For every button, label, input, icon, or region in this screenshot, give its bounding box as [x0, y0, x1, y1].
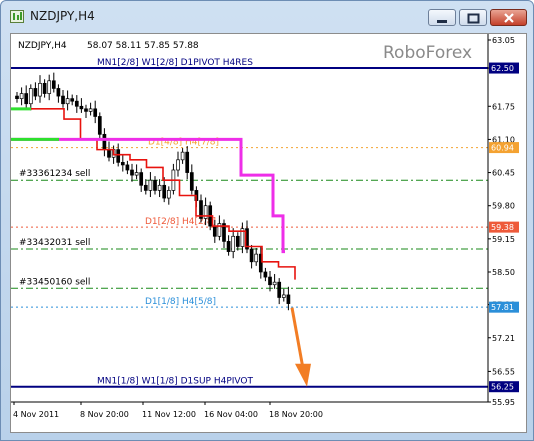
x-tick-label: 11 Nov 12:00	[142, 410, 196, 419]
candle-body	[116, 149, 121, 163]
level-label: D1[1/8] H4[5/8]	[145, 297, 216, 307]
candle-body	[125, 164, 130, 171]
candle-body	[254, 253, 259, 263]
candle-body	[189, 172, 194, 191]
candle-body	[28, 88, 33, 105]
candle-body	[157, 184, 162, 191]
x-tick-label: 4 Nov 2011	[13, 410, 59, 419]
candle-body	[277, 281, 282, 298]
y-tick-label: 58.50	[492, 268, 515, 277]
price-tag-label: 62.50	[491, 64, 514, 73]
price-tag-label: 56.25	[491, 383, 514, 392]
candle-body	[120, 162, 125, 166]
order-label: #33361234 sell	[19, 169, 90, 179]
candle-body	[97, 116, 102, 135]
title-bar[interactable]: NZDJPY,H4	[1, 1, 533, 31]
candle-body	[107, 149, 111, 158]
y-tick-label: 56.55	[492, 367, 515, 376]
y-tick-label: 55.95	[492, 398, 515, 407]
candle-body	[47, 80, 52, 94]
candle-body	[153, 179, 157, 191]
candle-body	[79, 105, 84, 110]
candle-body	[249, 248, 254, 263]
order-label: #33450160 sell	[19, 277, 90, 287]
price-tag-label: 59.38	[491, 223, 514, 232]
candle-body	[185, 151, 190, 173]
y-tick-label: 61.75	[492, 102, 515, 111]
candle-body	[148, 179, 153, 191]
y-tick-label: 63.05	[492, 36, 515, 45]
candle-body	[162, 184, 167, 199]
candle-body	[272, 281, 277, 286]
y-tick-label: 59.80	[492, 202, 515, 211]
candle-body	[235, 235, 240, 247]
candle-body	[286, 294, 291, 304]
close-button[interactable]	[490, 9, 527, 26]
candle-body	[231, 235, 236, 252]
x-tick-label: 18 Nov 20:00	[269, 410, 323, 419]
candle-body	[134, 172, 139, 176]
ohlc-readout: 58.07 58.11 57.85 57.88	[87, 41, 199, 51]
forecast-arrowhead	[295, 363, 311, 387]
candle-body	[268, 276, 272, 286]
candle-body	[15, 95, 19, 99]
candle-body	[130, 169, 134, 176]
candle-body	[139, 172, 144, 186]
price-chart[interactable]: MN1[2/8] W1[2/8] D1PIVOT H4RESD1[4/8] H4…	[11, 34, 526, 432]
watermark: RoboForex	[383, 43, 472, 63]
symbol-timeframe: NZDJPY,H4	[18, 41, 67, 51]
candle-body	[88, 108, 93, 112]
chart-window: NZDJPY,H4 MN1[2/8] W1[2/8] D1PIVOT H4RES…	[0, 0, 534, 441]
y-tick-label: 59.15	[492, 235, 515, 244]
level-label: MN1[2/8] W1[2/8] D1PIVOT H4RES	[97, 58, 253, 68]
candle-body	[84, 108, 88, 112]
candle-body	[93, 108, 98, 117]
candle-body	[281, 294, 286, 298]
candle-body	[33, 88, 38, 97]
price-tag-label: 60.94	[491, 144, 514, 153]
minimize-icon	[437, 20, 447, 23]
candle-body	[42, 82, 47, 94]
y-tick-label: 60.45	[492, 169, 515, 178]
x-tick-label: 8 Nov 20:00	[80, 410, 129, 419]
candle-body	[180, 151, 185, 161]
candle-body	[70, 98, 75, 102]
candle-body	[102, 133, 107, 150]
candle-body	[65, 98, 70, 105]
candle-body	[74, 100, 79, 107]
candle-body	[143, 184, 148, 191]
candle-body	[51, 80, 56, 89]
window-title: NZDJPY,H4	[30, 9, 95, 23]
candle-body	[226, 241, 231, 252]
candle-body	[56, 88, 61, 97]
x-tick-label: 16 Nov 04:00	[204, 410, 258, 419]
level-label: MN1[1/8] W1[1/8] D1SUP H4PIVOT	[97, 377, 253, 387]
candle-body	[263, 271, 268, 278]
y-tick-label: 57.21	[492, 334, 515, 343]
candle-body	[24, 93, 29, 105]
order-label: #33432031 sell	[19, 238, 90, 248]
candle-body	[61, 95, 65, 105]
candle-body	[176, 159, 180, 171]
restore-icon	[467, 13, 480, 24]
chart-icon	[10, 10, 24, 23]
minimize-button[interactable]	[428, 9, 456, 26]
price-tag-label: 57.81	[491, 303, 514, 312]
candle-body	[166, 190, 171, 199]
candle-body	[19, 93, 24, 99]
candle-body	[38, 82, 42, 97]
candle-body	[212, 225, 217, 237]
close-icon	[504, 13, 514, 23]
maximize-button[interactable]	[459, 9, 487, 26]
chart-area[interactable]: MN1[2/8] W1[2/8] D1PIVOT H4RES D1[4/8] H4…	[10, 33, 527, 433]
